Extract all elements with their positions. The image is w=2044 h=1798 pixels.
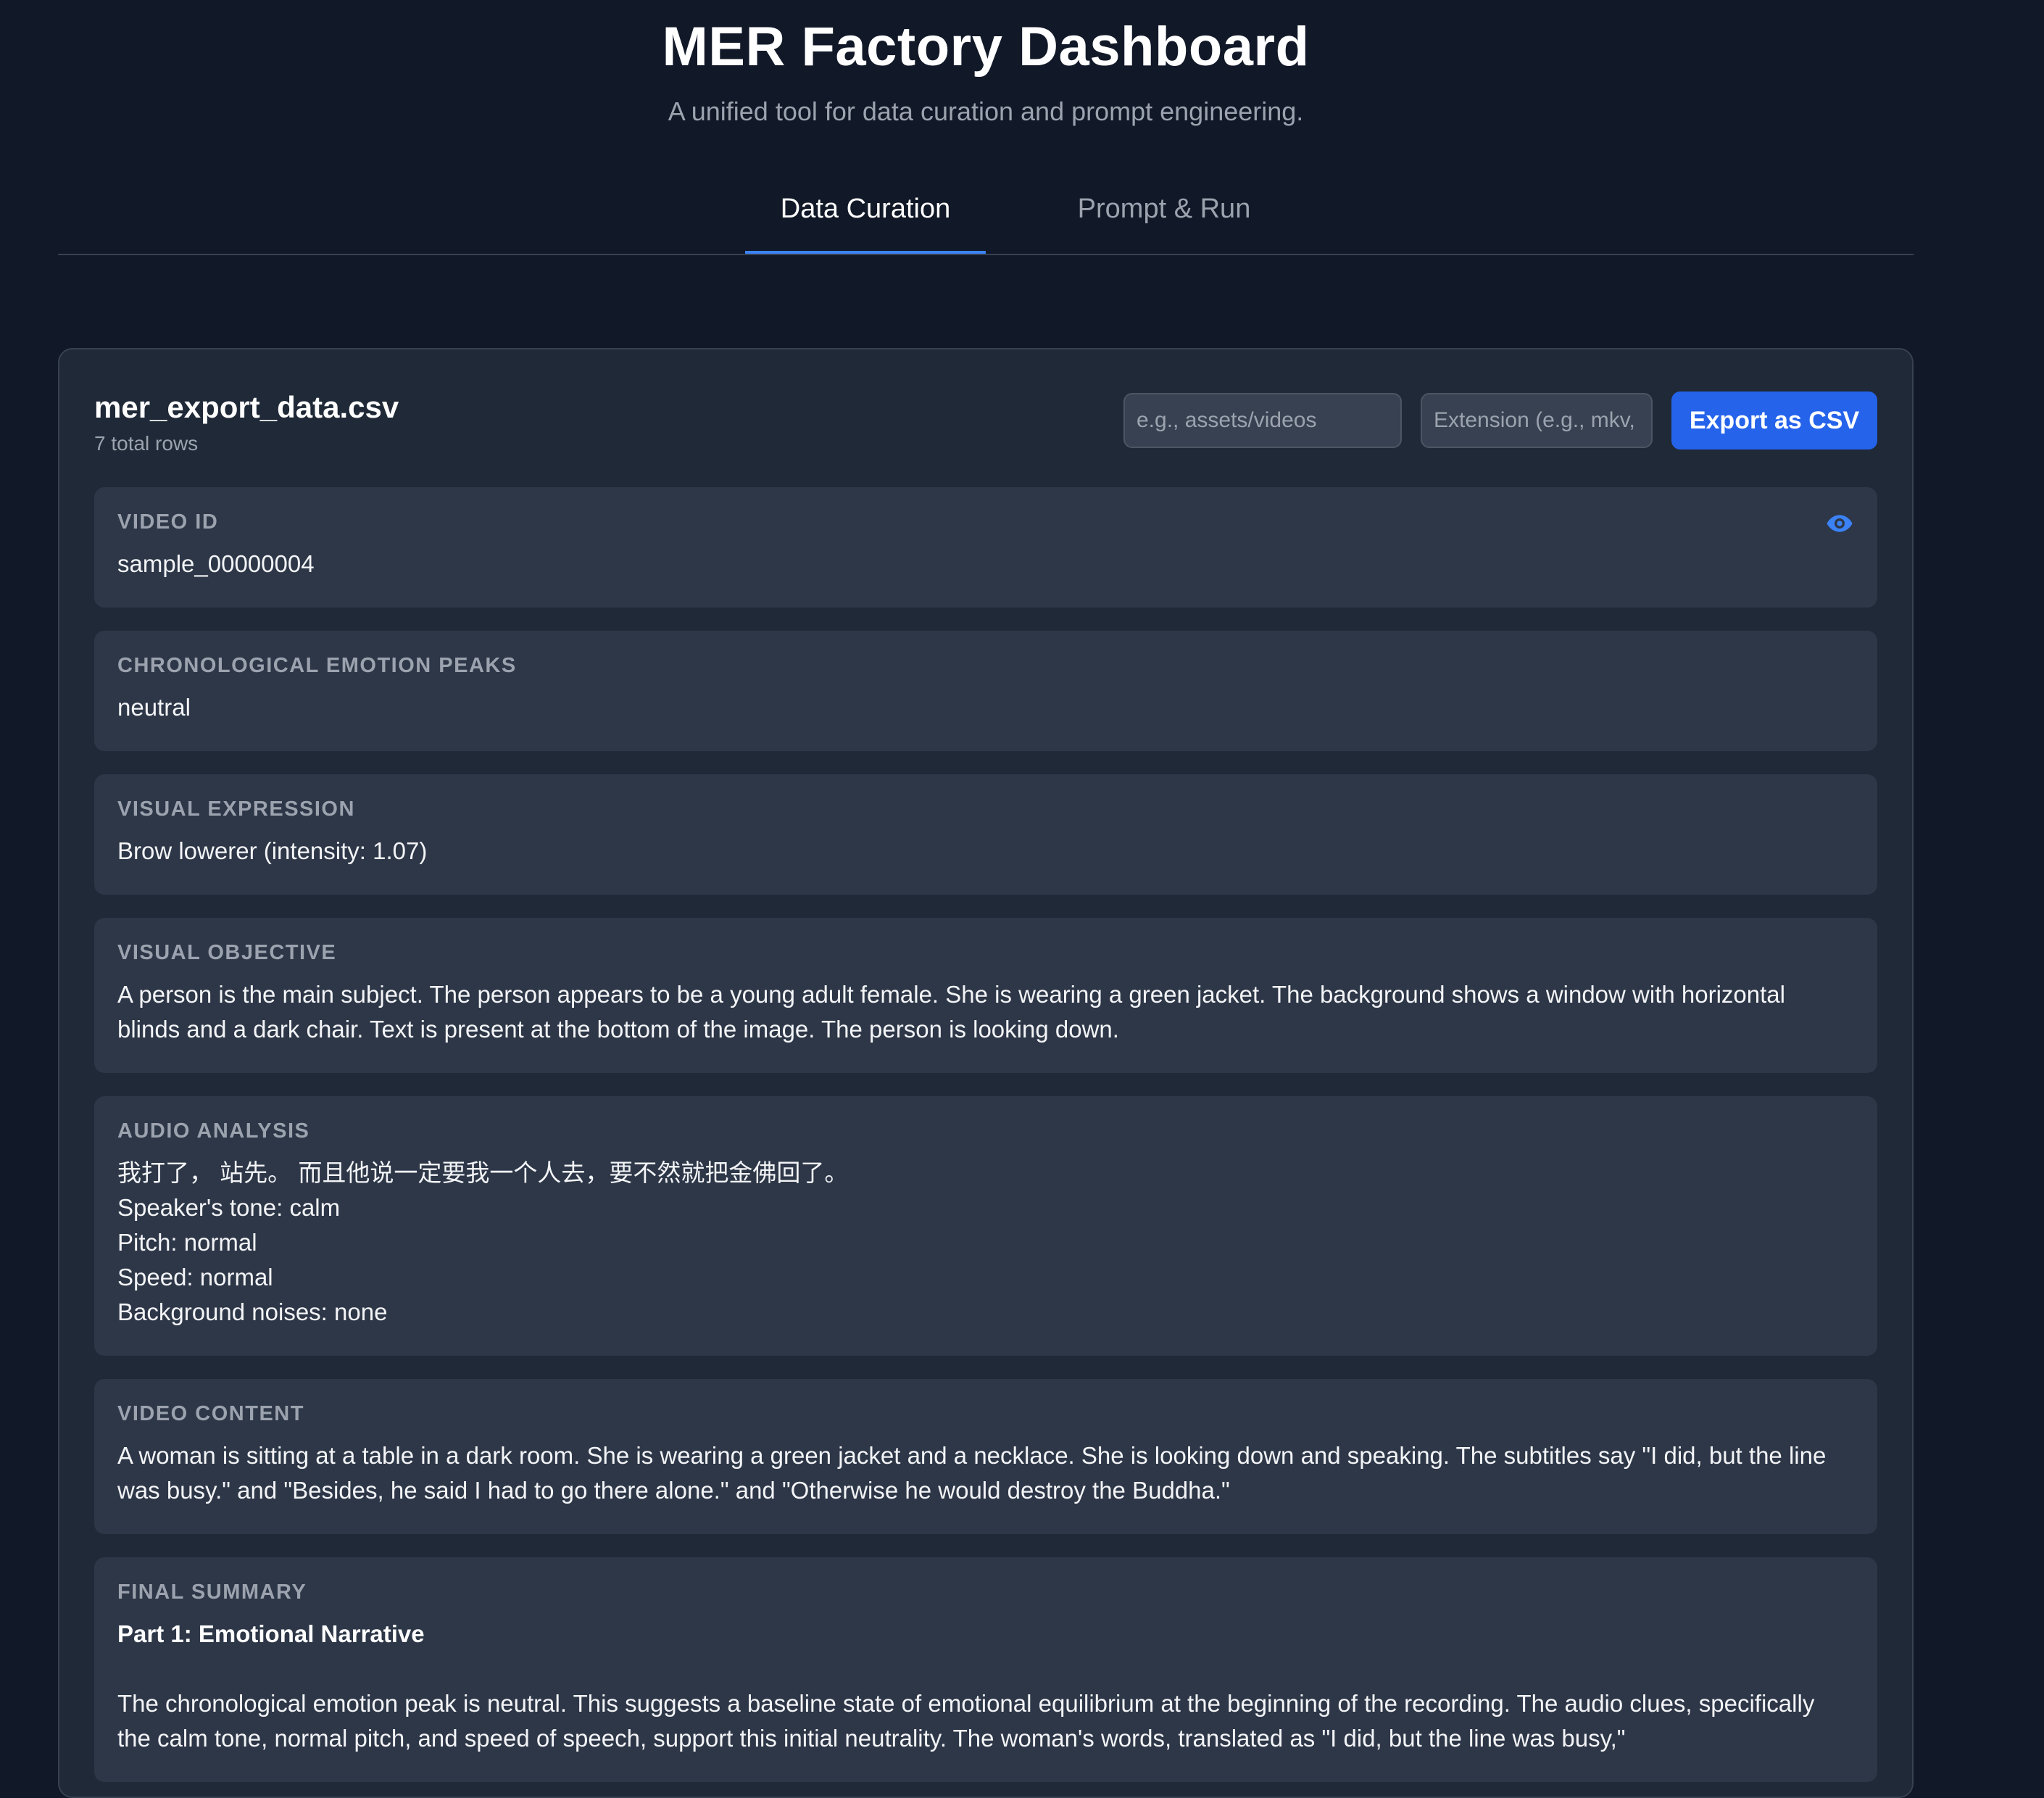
field-value: A person is the main subject. The person…: [117, 981, 1785, 1043]
field-label: VIDEO CONTENT: [117, 1402, 304, 1425]
field-label: AUDIO ANALYSIS: [117, 1119, 310, 1143]
video-path-input[interactable]: [1123, 393, 1402, 448]
field-value: neutral: [117, 694, 191, 721]
field-label: VISUAL EXPRESSION: [117, 798, 355, 821]
field-label: FINAL SUMMARY: [117, 1580, 307, 1604]
page-title: MER Factory Dashboard: [662, 16, 1310, 78]
audio-tone: Speaker's tone: calm: [117, 1194, 341, 1221]
file-name: mer_export_data.csv: [94, 390, 399, 424]
field-video-id: VIDEO ID sample_00000004: [94, 487, 1877, 608]
field-value: 我打了， 站先。 而且他说一定要我一个人去，要不然就把金佛回了。 Speaker…: [117, 1156, 1854, 1330]
data-card: mer_export_data.csv 7 total rows Export …: [58, 348, 1914, 1798]
summary-heading: Part 1: Emotional Narrative: [117, 1620, 425, 1647]
field-value: sample_00000004: [117, 550, 315, 577]
field-label: VIDEO ID: [117, 510, 219, 534]
eye-icon[interactable]: [1825, 509, 1854, 538]
page-subtitle: A unified tool for data curation and pro…: [668, 96, 1304, 126]
card-header: mer_export_data.csv 7 total rows Export …: [94, 384, 1877, 464]
page-header: MER Factory Dashboard A unified tool for…: [58, 0, 1914, 128]
audio-pitch: Pitch: normal: [117, 1229, 257, 1256]
field-emotion-peaks: CHRONOLOGICAL EMOTION PEAKS neutral: [94, 631, 1877, 751]
summary-paragraph: The chronological emotion peak is neutra…: [117, 1690, 1815, 1752]
app-container: MER Factory Dashboard A unified tool for…: [58, 0, 1914, 1798]
export-controls: Export as CSV: [1123, 392, 1877, 450]
export-csv-button[interactable]: Export as CSV: [1671, 392, 1877, 450]
field-audio-analysis: AUDIO ANALYSIS 我打了， 站先。 而且他说一定要我一个人去，要不然…: [94, 1096, 1877, 1356]
tab-bar: Data Curation Prompt & Run: [58, 168, 1914, 255]
field-label: CHRONOLOGICAL EMOTION PEAKS: [117, 654, 517, 677]
field-video-content: VIDEO CONTENT A woman is sitting at a ta…: [94, 1379, 1877, 1534]
tab-data-curation[interactable]: Data Curation: [745, 168, 986, 254]
field-value: A woman is sitting at a table in a dark …: [117, 1442, 1827, 1504]
audio-speed: Speed: normal: [117, 1264, 273, 1290]
extension-input[interactable]: [1421, 393, 1653, 448]
field-value: Part 1: Emotional Narrative The chronolo…: [117, 1617, 1854, 1756]
audio-transcript: 我打了， 站先。 而且他说一定要我一个人去，要不然就把金佛回了。: [117, 1159, 849, 1186]
field-value: Brow lowerer (intensity: 1.07): [117, 837, 428, 864]
field-label: VISUAL OBJECTIVE: [117, 941, 337, 964]
audio-background-noise: Background noises: none: [117, 1298, 388, 1325]
field-visual-expression: VISUAL EXPRESSION Brow lowerer (intensit…: [94, 774, 1877, 895]
tab-prompt-and-run[interactable]: Prompt & Run: [1022, 168, 1306, 252]
row-count: 7 total rows: [94, 432, 199, 455]
field-visual-objective: VISUAL OBJECTIVE A person is the main su…: [94, 918, 1877, 1073]
